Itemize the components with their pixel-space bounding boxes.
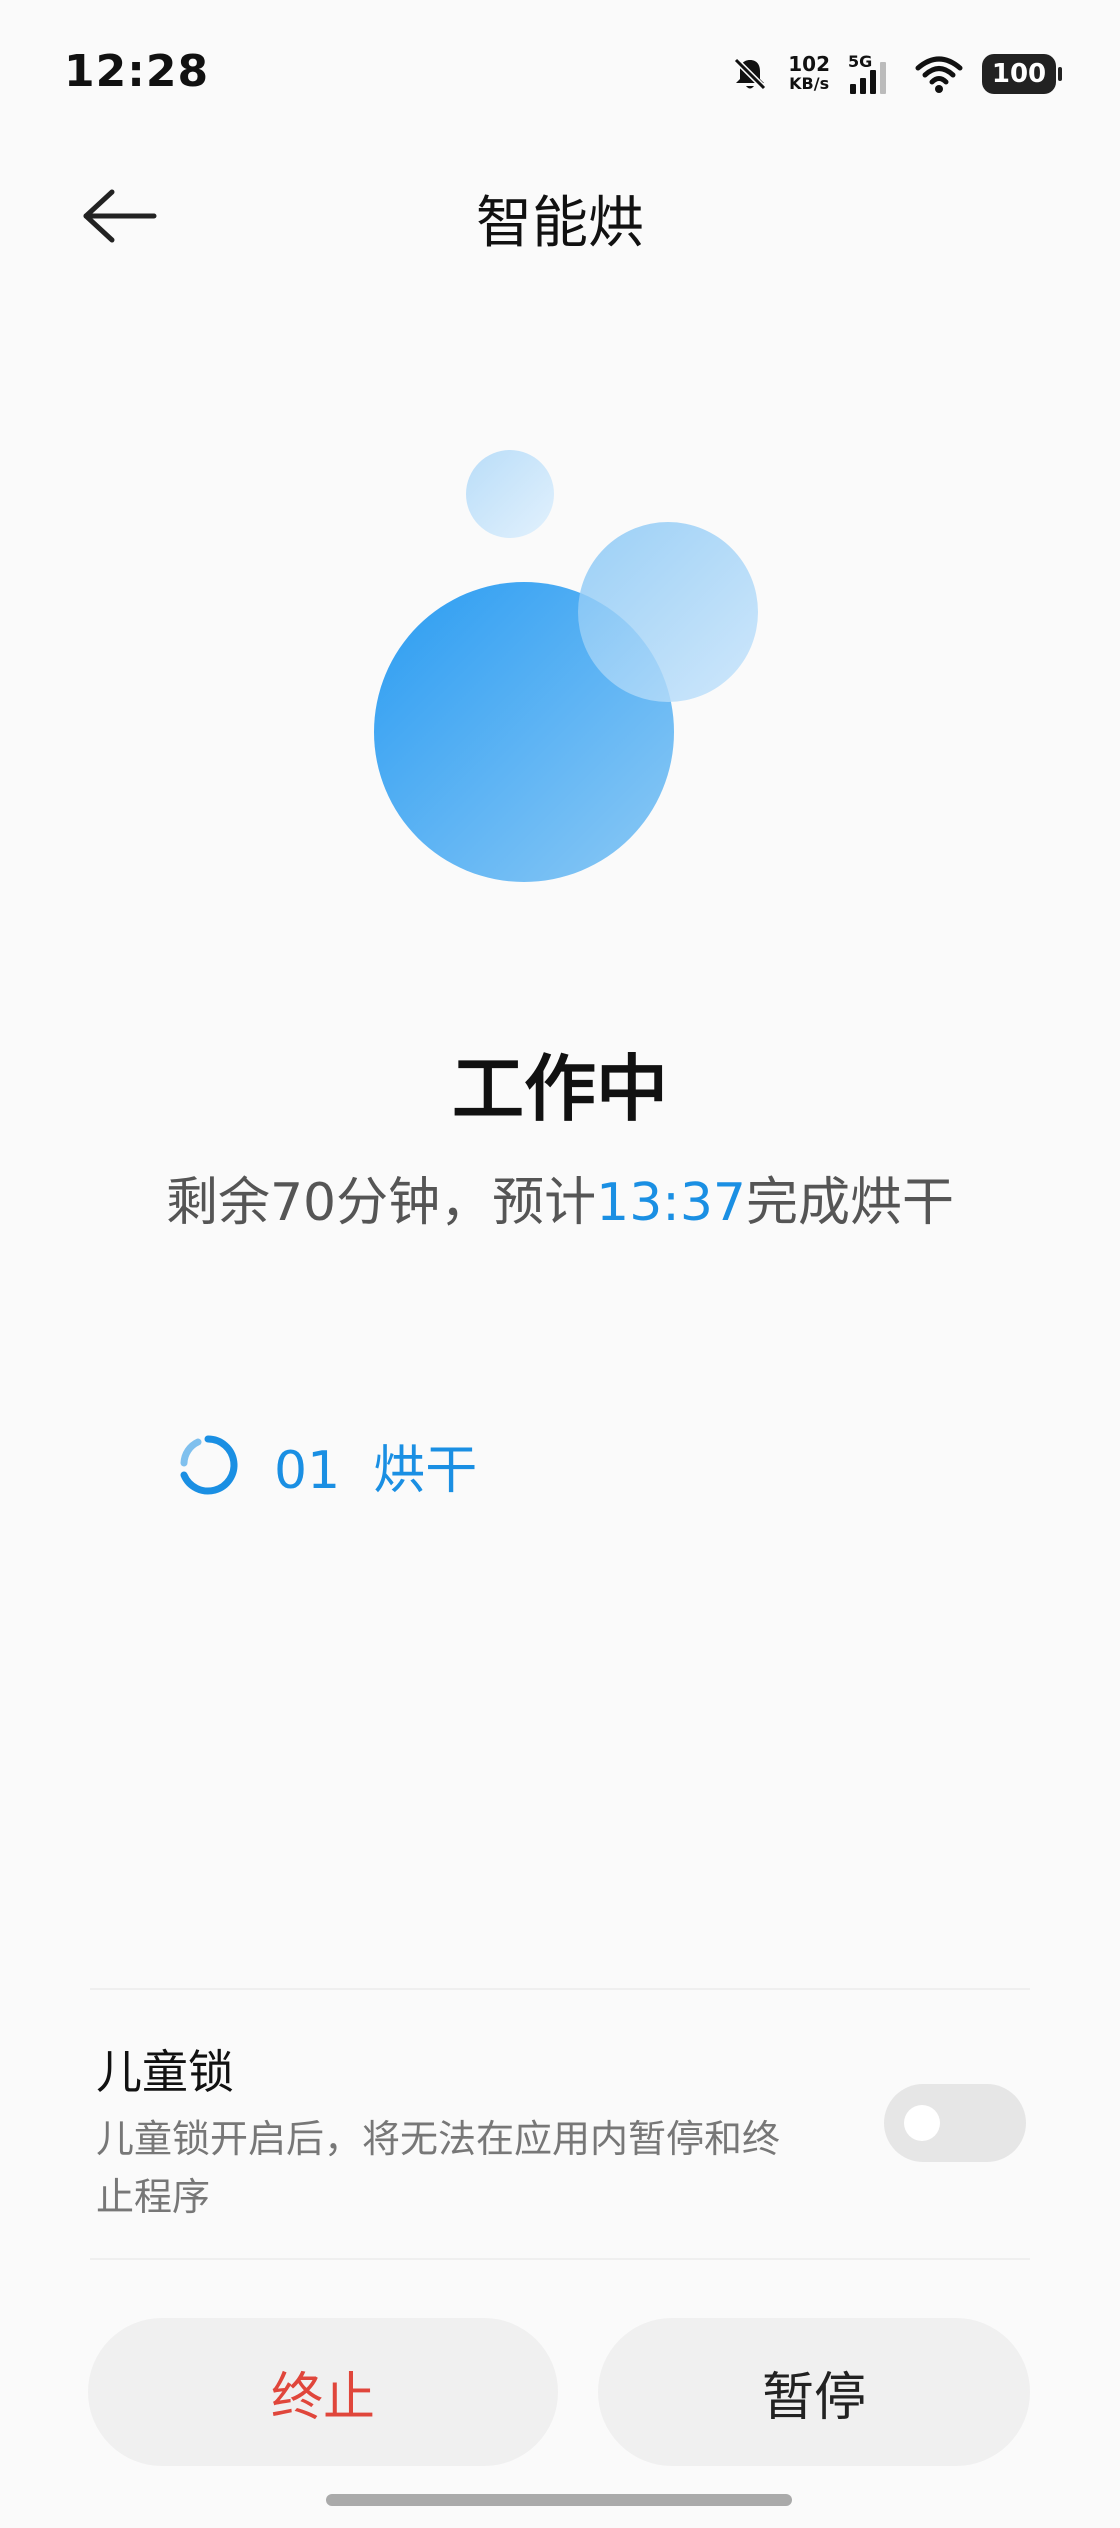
net-speed-unit: KB/s: [789, 74, 830, 93]
toggle-knob: [904, 2105, 940, 2141]
stop-button[interactable]: 终止: [88, 2318, 558, 2466]
work-status: 工作中: [451, 1047, 668, 1131]
net-speed: 102 KB/s: [788, 54, 830, 94]
current-step: 01 烘干: [176, 1430, 478, 1501]
status-time: 12:28: [64, 46, 210, 97]
battery-level: 100: [991, 59, 1047, 89]
divider-top: [90, 1988, 1030, 1990]
child-lock-toggle[interactable]: [884, 2084, 1026, 2162]
child-lock-description: 儿童锁开启后，将无法在应用内暂停和终止程序: [96, 2117, 781, 2219]
finish-time: 13:37: [596, 1173, 746, 1233]
wifi-icon: [914, 54, 964, 94]
remaining-suffix: 完成烘干: [746, 1173, 955, 1233]
bell-off-icon: [730, 54, 770, 94]
battery-icon: 100: [982, 54, 1062, 94]
loading-spinner-icon: [176, 1433, 240, 1497]
remaining-time-text: 剩余70分钟，预计13:37完成烘干: [0, 1160, 1120, 1235]
status-bar: 12:28 102 KB/s 5G 100: [0, 0, 1120, 150]
step-label: 01 烘干: [274, 1440, 478, 1501]
drying-illustration: [360, 440, 780, 910]
status-icons: 102 KB/s 5G 100: [730, 46, 1062, 102]
page-title: 智能烘: [476, 191, 644, 256]
signal-indicator: 5G: [848, 52, 896, 96]
home-indicator[interactable]: [326, 2494, 792, 2506]
bubble-medium: [578, 522, 758, 702]
divider-bottom: [90, 2258, 1030, 2260]
child-lock-title: 儿童锁: [96, 2045, 234, 2099]
bubble-small: [466, 450, 554, 538]
remaining-prefix: 剩余70分钟，预计: [165, 1173, 597, 1233]
pause-button[interactable]: 暂停: [598, 2318, 1030, 2466]
net-speed-value: 102: [788, 52, 830, 76]
